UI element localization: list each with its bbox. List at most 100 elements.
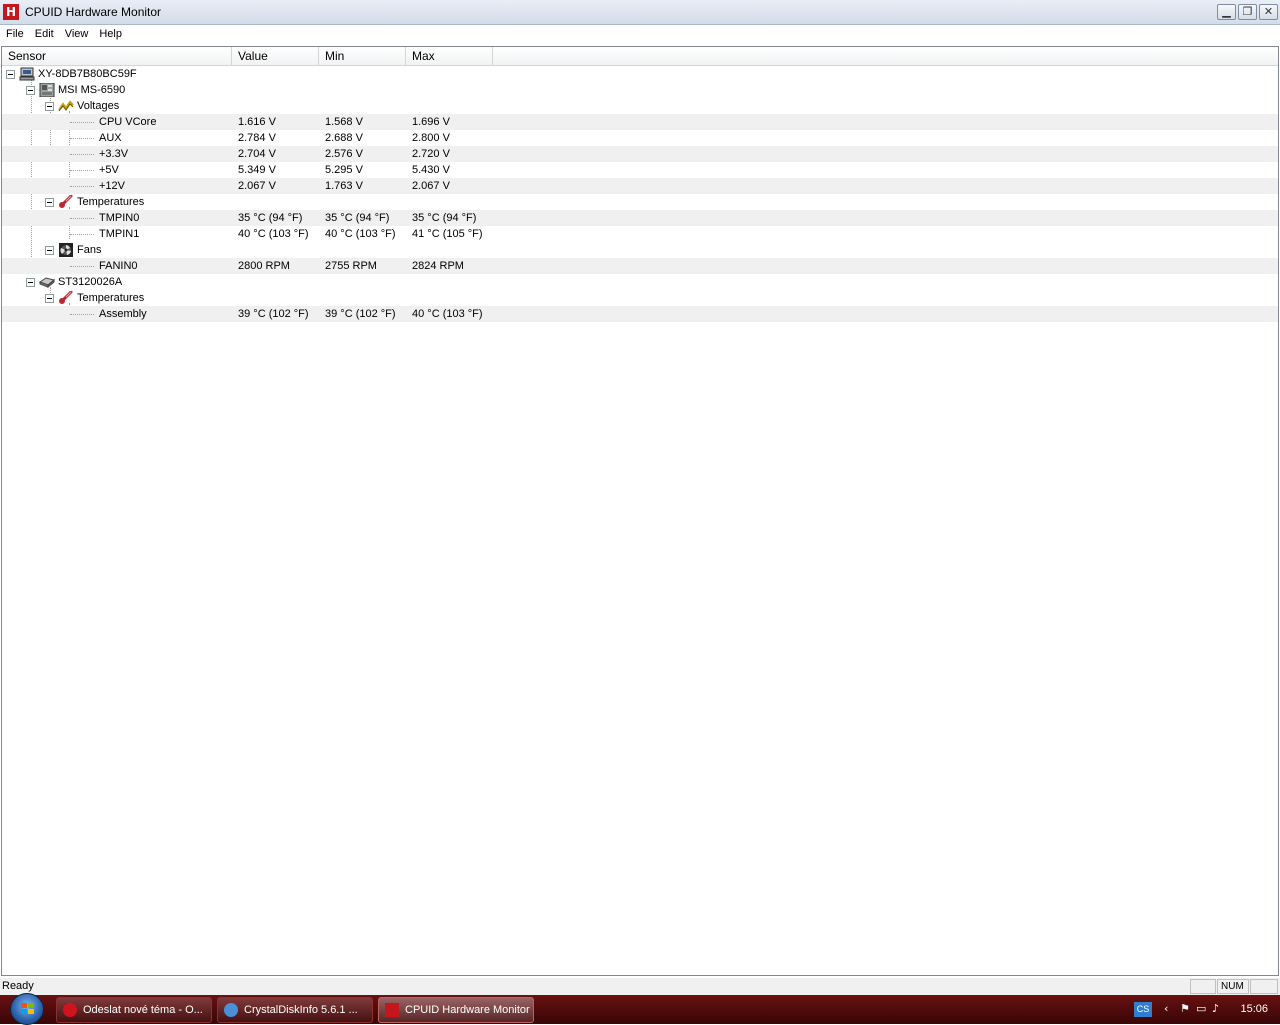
menu-edit[interactable]: Edit xyxy=(30,25,59,44)
sensor-name: CPU VCore xyxy=(99,116,157,128)
menu-file[interactable]: File xyxy=(1,25,29,44)
status-pane-empty xyxy=(1190,979,1216,994)
taskbar-item-cpuid-hwmonitor[interactable]: CPUID Hardware Monitor xyxy=(378,997,534,1023)
hwmonitor-icon xyxy=(385,1003,399,1017)
menu-view[interactable]: View xyxy=(60,25,94,44)
language-indicator[interactable]: CS xyxy=(1134,1002,1152,1017)
tree-label: Voltages xyxy=(77,100,120,112)
computer-icon xyxy=(19,67,35,81)
status-bar: Ready NUM xyxy=(0,978,1280,995)
windows-logo-icon xyxy=(21,1003,35,1015)
collapse-toggle[interactable] xyxy=(45,101,54,111)
sensor-value: 39 °C (102 °F) xyxy=(238,308,309,320)
task-label: Odeslat nové téma - O... xyxy=(83,1004,203,1016)
sensor-max: 2.800 V xyxy=(412,132,450,144)
sensor-value: 2.067 V xyxy=(238,180,276,192)
show-hidden-icons-icon[interactable]: ‹ xyxy=(1164,1003,1176,1015)
sensor-name: TMPIN0 xyxy=(99,212,140,224)
window-controls: ▁ ❐ ✕ xyxy=(1217,4,1278,20)
table-row[interactable]: FANIN0 2800 RPM 2755 RPM 2824 RPM xyxy=(2,258,1278,274)
sensor-name: TMPIN1 xyxy=(99,228,140,240)
sensor-name: FANIN0 xyxy=(99,260,138,272)
task-label: CPUID Hardware Monitor xyxy=(405,1004,530,1016)
table-row[interactable]: AUX 2.784 V 2.688 V 2.800 V xyxy=(2,130,1278,146)
sensor-min: 2.688 V xyxy=(325,132,363,144)
menu-help[interactable]: Help xyxy=(94,25,127,44)
hard-drive-icon xyxy=(38,275,56,289)
sensor-tree-list[interactable]: Sensor Value Min Max XY-8DB7B80BC59F MSI… xyxy=(1,46,1279,976)
sensor-min: 5.295 V xyxy=(325,164,363,176)
tree-row-disk-temperatures-group[interactable]: Temperatures xyxy=(2,290,1278,306)
sensor-value: 1.616 V xyxy=(238,116,276,128)
voltage-icon xyxy=(58,99,74,113)
sensor-max: 2.720 V xyxy=(412,148,450,160)
clock[interactable]: 15:06 xyxy=(1240,1003,1268,1015)
minimize-button[interactable]: ▁ xyxy=(1217,4,1236,20)
table-row[interactable]: TMPIN0 35 °C (94 °F) 35 °C (94 °F) 35 °C… xyxy=(2,210,1278,226)
sensor-min: 35 °C (94 °F) xyxy=(325,212,390,224)
action-center-icon[interactable]: ⚑ xyxy=(1180,1003,1192,1015)
opera-icon xyxy=(63,1003,77,1017)
collapse-toggle[interactable] xyxy=(45,245,54,255)
close-icon: ✕ xyxy=(1263,5,1274,18)
motherboard-icon xyxy=(39,82,55,98)
column-min[interactable]: Min xyxy=(319,47,406,66)
window-title: CPUID Hardware Monitor xyxy=(25,5,162,19)
tree-row-fans-group[interactable]: Fans xyxy=(2,242,1278,258)
table-row[interactable]: +5V 5.349 V 5.295 V 5.430 V xyxy=(2,162,1278,178)
status-text: Ready xyxy=(2,980,34,992)
start-button[interactable] xyxy=(10,993,44,1025)
taskbar-item-opera[interactable]: Odeslat nové téma - O... xyxy=(56,997,212,1023)
sensor-value: 2800 RPM xyxy=(238,260,290,272)
sensor-value: 2.784 V xyxy=(238,132,276,144)
tree-label: Fans xyxy=(77,244,102,256)
task-label: CrystalDiskInfo 5.6.1 ... xyxy=(244,1004,358,1016)
table-row[interactable]: +3.3V 2.704 V 2.576 V 2.720 V xyxy=(2,146,1278,162)
restore-button[interactable]: ❐ xyxy=(1238,4,1257,20)
crystaldiskinfo-icon xyxy=(224,1003,238,1017)
collapse-toggle[interactable] xyxy=(45,197,54,207)
fan-icon xyxy=(58,243,74,257)
thermometer-icon xyxy=(58,194,74,209)
tree-row-computer[interactable]: XY-8DB7B80BC59F xyxy=(2,66,1278,82)
sensor-max: 2.067 V xyxy=(412,180,450,192)
sensor-value: 35 °C (94 °F) xyxy=(238,212,303,224)
table-row[interactable]: Assembly 39 °C (102 °F) 39 °C (102 °F) 4… xyxy=(2,306,1278,322)
collapse-toggle[interactable] xyxy=(26,277,35,287)
tree-row-temperatures-group[interactable]: Temperatures xyxy=(2,194,1278,210)
table-row[interactable]: TMPIN1 40 °C (103 °F) 40 °C (103 °F) 41 … xyxy=(2,226,1278,242)
sensor-value: 40 °C (103 °F) xyxy=(238,228,309,240)
tree-label: XY-8DB7B80BC59F xyxy=(38,68,137,80)
column-max[interactable]: Max xyxy=(406,47,493,66)
sensor-max: 2824 RPM xyxy=(412,260,464,272)
restore-icon: ❐ xyxy=(1242,5,1253,18)
table-row[interactable]: CPU VCore 1.616 V 1.568 V 1.696 V xyxy=(2,114,1278,130)
table-row[interactable]: +12V 2.067 V 1.763 V 2.067 V xyxy=(2,178,1278,194)
volume-icon[interactable]: ♪ xyxy=(1212,1003,1224,1015)
column-header: Sensor Value Min Max xyxy=(2,47,1278,66)
tree-row-disk[interactable]: ST3120026A xyxy=(2,274,1278,290)
close-button[interactable]: ✕ xyxy=(1259,4,1278,20)
menu-bar: File Edit View Help xyxy=(0,25,1280,44)
tree-row-voltages-group[interactable]: Voltages xyxy=(2,98,1278,114)
sensor-name: +5V xyxy=(99,164,119,176)
collapse-toggle[interactable] xyxy=(26,85,35,95)
system-tray: CS ‹ ⚑ ▭ ♪ 15:06 xyxy=(1130,995,1280,1024)
column-sensor[interactable]: Sensor xyxy=(2,47,232,66)
sensor-min: 1.568 V xyxy=(325,116,363,128)
sensor-min: 2.576 V xyxy=(325,148,363,160)
taskbar-item-crystaldiskinfo[interactable]: CrystalDiskInfo 5.6.1 ... xyxy=(217,997,373,1023)
num-lock-indicator: NUM xyxy=(1217,979,1249,994)
tree-label: MSI MS-6590 xyxy=(58,84,126,96)
sensor-name: +12V xyxy=(99,180,125,192)
collapse-toggle[interactable] xyxy=(6,69,15,79)
tree-row-board[interactable]: MSI MS-6590 xyxy=(2,82,1278,98)
sensor-name: AUX xyxy=(99,132,122,144)
network-icon[interactable]: ▭ xyxy=(1196,1003,1208,1015)
collapse-toggle[interactable] xyxy=(45,293,54,303)
status-pane-empty xyxy=(1250,979,1278,994)
sensor-max: 40 °C (103 °F) xyxy=(412,308,483,320)
column-value[interactable]: Value xyxy=(232,47,319,66)
sensor-name: +3.3V xyxy=(99,148,129,160)
sensor-name: Assembly xyxy=(99,308,147,320)
